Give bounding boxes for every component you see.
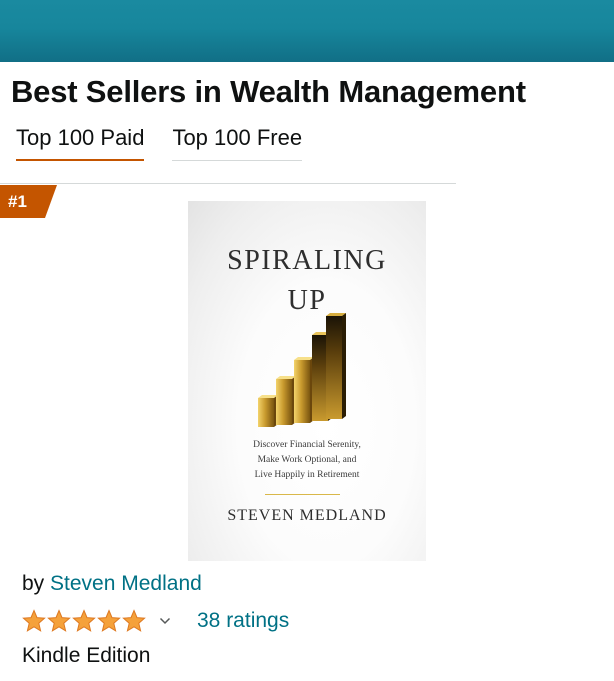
tab-top-100-free[interactable]: Top 100 Free bbox=[172, 125, 302, 161]
cover-author: STEVEN MEDLAND bbox=[227, 507, 387, 524]
chevron-down-icon[interactable] bbox=[159, 617, 171, 625]
bar-2 bbox=[276, 376, 296, 425]
book-cover-image[interactable]: SPIRALING UP Discover Financial Serenity… bbox=[188, 201, 426, 561]
cover-subtitle-line: Live Happily in Retirement bbox=[254, 470, 360, 480]
rating-row: 38 ratings bbox=[22, 607, 289, 635]
cover-subtitle: Discover Financial Serenity, Make Work O… bbox=[188, 438, 426, 483]
bar-3 bbox=[294, 357, 314, 423]
cover-subtitle-line: Discover Financial Serenity, bbox=[253, 440, 361, 450]
cover-subtitle-line: Make Work Optional, and bbox=[257, 455, 357, 465]
author-link[interactable]: Steven Medland bbox=[50, 572, 202, 595]
star-icon bbox=[72, 609, 96, 632]
bar-5 bbox=[326, 313, 346, 419]
byline: by Steven Medland bbox=[22, 572, 202, 596]
star-icon bbox=[22, 609, 46, 632]
bar-1 bbox=[258, 395, 278, 427]
star-rating[interactable] bbox=[22, 609, 146, 633]
rank-badge: #1 bbox=[0, 185, 57, 218]
header-bar bbox=[0, 0, 614, 62]
star-icon bbox=[97, 609, 121, 632]
tab-bar: Top 100 Paid Top 100 Free bbox=[16, 125, 330, 161]
gold-bar-chart-graphic bbox=[258, 313, 346, 427]
by-prefix: by bbox=[22, 572, 45, 595]
star-icon bbox=[47, 609, 71, 632]
cover-title-line-1: SPIRALING bbox=[227, 245, 387, 276]
tab-top-100-paid[interactable]: Top 100 Paid bbox=[16, 125, 145, 161]
ratings-count-link[interactable]: 38 ratings bbox=[197, 609, 289, 633]
star-icon bbox=[122, 609, 146, 632]
rank-number: #1 bbox=[8, 192, 27, 211]
edition-format: Kindle Edition bbox=[22, 644, 151, 667]
divider bbox=[0, 183, 456, 184]
cover-divider bbox=[265, 494, 340, 495]
page-title: Best Sellers in Wealth Management bbox=[11, 74, 526, 109]
